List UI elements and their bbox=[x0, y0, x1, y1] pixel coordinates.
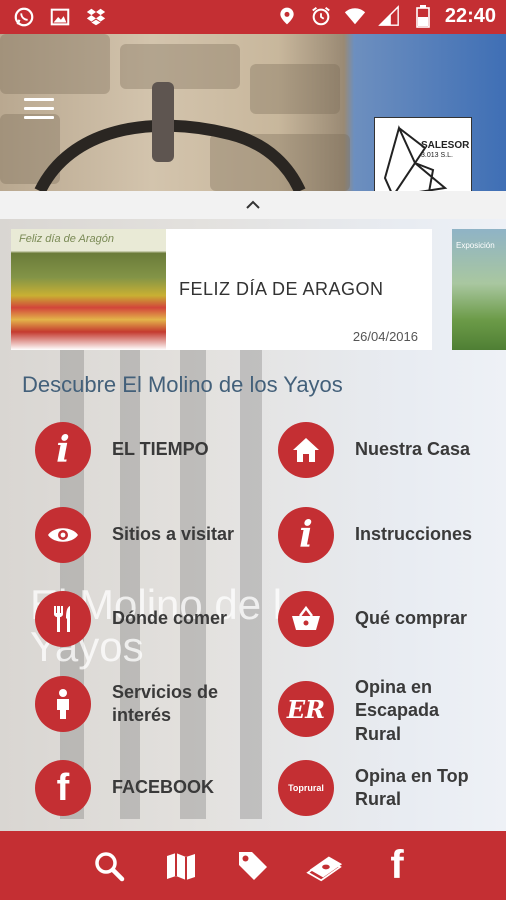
menu-item-instrucciones[interactable]: i Instrucciones bbox=[278, 507, 472, 563]
logo-text: SALESOR bbox=[421, 140, 470, 151]
section-title: Descubre El Molino de los Yayos bbox=[22, 372, 343, 397]
dropbox-icon bbox=[84, 5, 108, 29]
menu-item-label: Instrucciones bbox=[355, 524, 473, 545]
salesor-logo: SALESOR 3.013 S.L. bbox=[374, 117, 472, 191]
menu-item-el-tiempo[interactable]: i EL TIEMPO bbox=[35, 422, 209, 478]
news-date: 26/04/2016 bbox=[352, 329, 418, 344]
person-icon bbox=[35, 676, 91, 732]
news-image-caption: Feliz día de Aragón bbox=[19, 233, 114, 245]
signal-icon bbox=[377, 4, 401, 28]
menu-item-label: EL TIEMPO bbox=[112, 439, 209, 460]
basket-icon bbox=[278, 591, 334, 647]
bottom-nav: f bbox=[0, 831, 506, 900]
menu-item-escapada-rural[interactable]: ER Opina en Escapada Rural bbox=[278, 676, 475, 742]
news-card[interactable]: Feliz día de Aragón FELIZ DÍA DE ARAGON … bbox=[11, 229, 432, 350]
tag-icon[interactable] bbox=[234, 847, 272, 885]
news-title: FELIZ DÍA DE ARAGON bbox=[179, 279, 384, 299]
news-image-caption: Exposición bbox=[456, 241, 495, 250]
news-card-next[interactable]: Exposición bbox=[452, 229, 506, 350]
menu-item-que-comprar[interactable]: Qué comprar bbox=[278, 591, 467, 647]
map-icon[interactable] bbox=[162, 847, 200, 885]
menu-item-label: Opina en Escapada Rural bbox=[355, 677, 440, 742]
logo-subtext: 3.013 S.L. bbox=[421, 152, 453, 159]
image-icon bbox=[48, 5, 72, 29]
menu-item-servicios-de-interes[interactable]: Servicios de interés bbox=[35, 676, 242, 732]
facebook-icon[interactable]: f bbox=[378, 843, 416, 887]
chevron-up-icon bbox=[246, 200, 260, 209]
menu-item-label: Qué comprar bbox=[355, 608, 468, 629]
menu-item-donde-comer[interactable]: Dónde comer bbox=[35, 591, 227, 647]
menu-item-label: Servicios de interés bbox=[112, 681, 219, 725]
whatsapp-icon bbox=[12, 5, 36, 29]
menu-item-label: FACEBOOK bbox=[112, 777, 215, 798]
fork-knife-icon bbox=[35, 591, 91, 647]
eye-icon bbox=[35, 507, 91, 563]
header-banner: SALESOR 3.013 S.L. bbox=[0, 34, 506, 191]
info-icon: i bbox=[35, 422, 91, 478]
info-icon: i bbox=[278, 507, 334, 563]
menu-item-label: Opina en Top Rural bbox=[355, 765, 469, 809]
money-icon[interactable] bbox=[306, 847, 344, 885]
news-image: Feliz día de Aragón bbox=[11, 229, 166, 350]
toprural-icon: Toprural bbox=[278, 760, 334, 816]
escapada-rural-icon: ER bbox=[278, 681, 334, 737]
search-icon[interactable] bbox=[90, 847, 128, 885]
collapse-header-button[interactable] bbox=[0, 191, 506, 219]
menu-button[interactable] bbox=[24, 98, 54, 122]
location-icon bbox=[275, 4, 299, 28]
home-icon bbox=[278, 422, 334, 478]
alarm-icon bbox=[309, 4, 333, 28]
menu-item-label: Sitios a visitar bbox=[112, 524, 235, 545]
menu-item-label: Dónde comer bbox=[112, 608, 228, 629]
menu-item-nuestra-casa[interactable]: Nuestra Casa bbox=[278, 422, 470, 478]
menu-item-top-rural[interactable]: Toprural Opina en Top Rural bbox=[278, 760, 485, 816]
clock-time: 22:40 bbox=[444, 4, 496, 27]
battery-icon bbox=[411, 4, 435, 28]
menu-item-facebook[interactable]: f FACEBOOK bbox=[35, 760, 214, 816]
menu-item-sitios-a-visitar[interactable]: Sitios a visitar bbox=[35, 507, 234, 563]
wifi-icon bbox=[343, 4, 367, 28]
menu-item-label: Nuestra Casa bbox=[355, 439, 471, 460]
facebook-icon: f bbox=[35, 760, 91, 816]
status-bar: 22:40 bbox=[0, 0, 506, 34]
